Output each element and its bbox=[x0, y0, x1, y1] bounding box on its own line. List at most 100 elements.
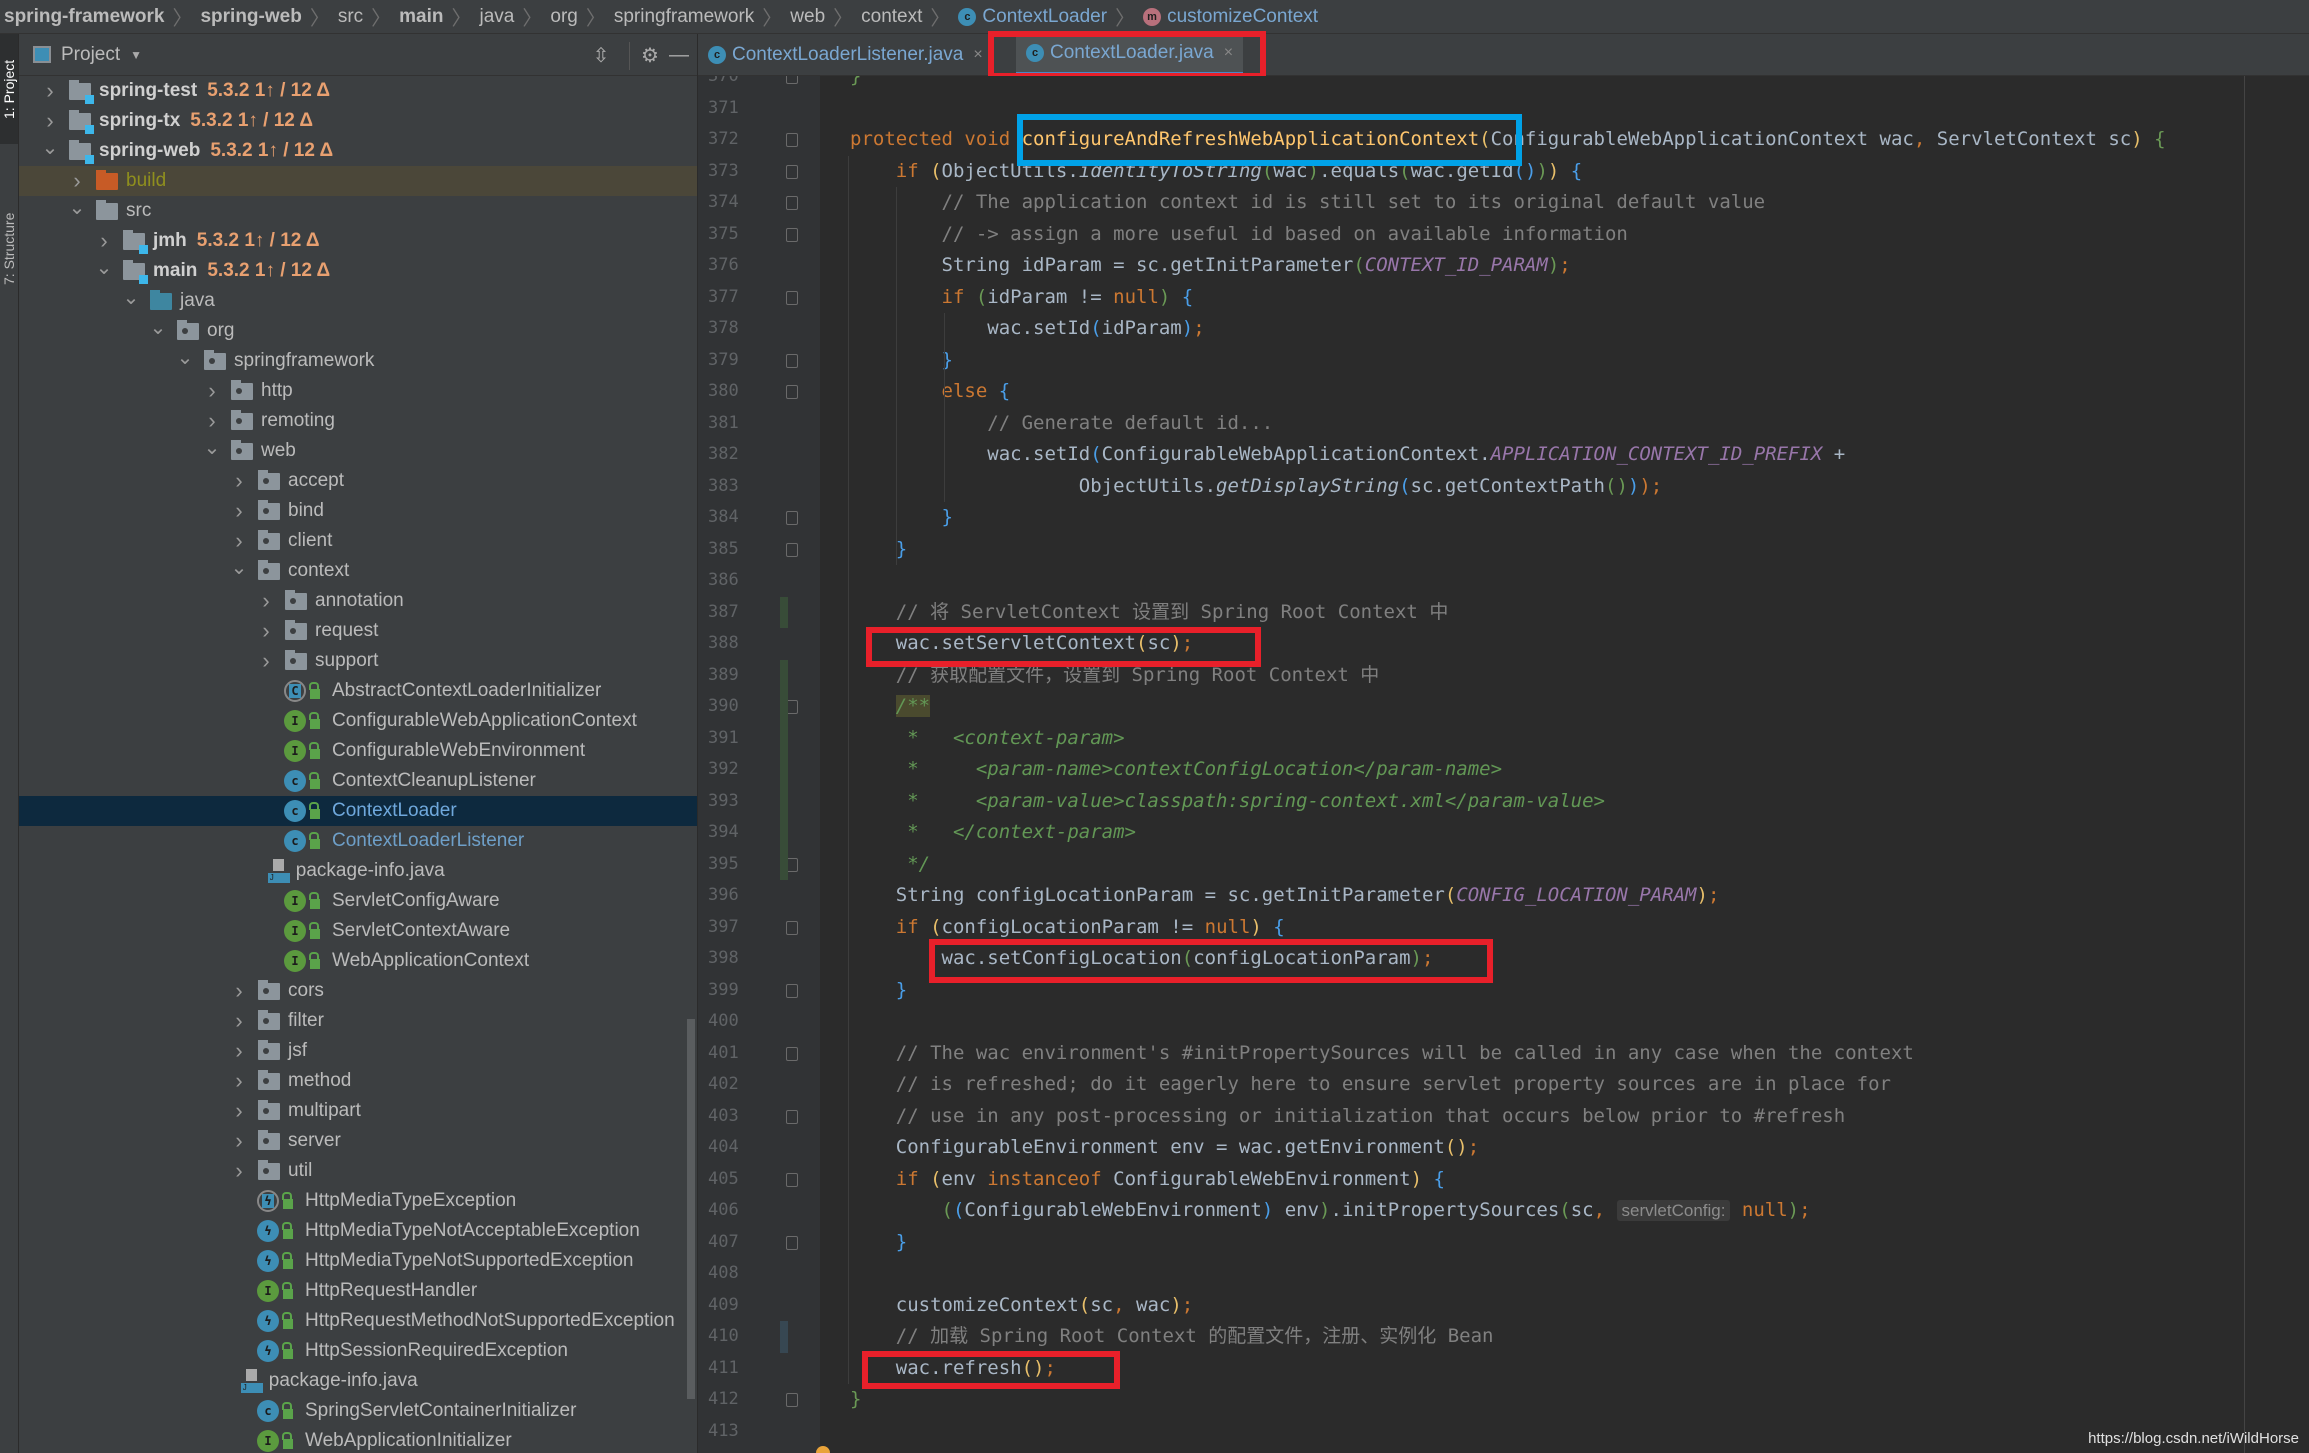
chevron-right-icon[interactable]: › bbox=[257, 588, 275, 614]
tree-item[interactable]: I WebApplicationInitializer bbox=[19, 1426, 697, 1453]
tree-item[interactable]: › remoting bbox=[19, 406, 697, 436]
breadcrumb-item[interactable]: context bbox=[857, 6, 926, 28]
vcs-change-marker[interactable] bbox=[780, 659, 788, 880]
chevron-right-icon[interactable]: › bbox=[257, 648, 275, 674]
tree-item[interactable]: › jsf bbox=[19, 1036, 697, 1066]
chevron-down-icon[interactable]: ⌄ bbox=[203, 435, 221, 460]
tree-item[interactable]: › util bbox=[19, 1156, 697, 1186]
close-tab-icon[interactable]: × bbox=[973, 46, 982, 64]
tree-item[interactable]: › multipart bbox=[19, 1096, 697, 1126]
tree-item[interactable]: › build bbox=[19, 166, 697, 196]
fold-collapse-icon[interactable] bbox=[786, 385, 798, 399]
breadcrumb-item[interactable]: springframework bbox=[610, 6, 758, 28]
fold-end-icon[interactable] bbox=[786, 983, 798, 998]
chevron-down-icon[interactable]: ⌄ bbox=[149, 315, 167, 340]
tree-item[interactable]: › support bbox=[19, 646, 697, 676]
chevron-down-icon[interactable]: ⌄ bbox=[176, 345, 194, 370]
fold-end-icon[interactable] bbox=[786, 1109, 798, 1124]
chevron-down-icon[interactable]: ⌄ bbox=[68, 195, 86, 220]
tree-item[interactable]: › filter bbox=[19, 1006, 697, 1036]
chevron-right-icon[interactable]: › bbox=[230, 498, 248, 524]
tree-item[interactable]: › server bbox=[19, 1126, 697, 1156]
chevron-right-icon[interactable]: › bbox=[230, 978, 248, 1004]
tree-item[interactable]: › method bbox=[19, 1066, 697, 1096]
chevron-right-icon[interactable]: › bbox=[41, 108, 59, 134]
tab-contextloader[interactable]: c ContextLoader.java × bbox=[1016, 34, 1244, 75]
fold-end-icon[interactable] bbox=[786, 511, 798, 525]
fold-end-icon[interactable] bbox=[786, 227, 798, 242]
tree-item[interactable]: c ContextLoader bbox=[19, 796, 697, 826]
project-view-selector[interactable]: Project ▼ bbox=[33, 44, 142, 66]
fold-end-icon[interactable] bbox=[786, 76, 798, 84]
fold-end-icon[interactable] bbox=[786, 1235, 798, 1250]
tree-item[interactable]: ⌄ org bbox=[19, 316, 697, 346]
tree-item[interactable]: › annotation bbox=[19, 586, 697, 616]
vcs-change-marker[interactable] bbox=[780, 1321, 788, 1353]
tree-item[interactable]: I WebApplicationContext bbox=[19, 946, 697, 976]
tree-item[interactable]: ⌄ context bbox=[19, 556, 697, 586]
tree-item[interactable]: ⌄ java bbox=[19, 286, 697, 316]
chevron-right-icon[interactable]: › bbox=[257, 618, 275, 644]
tree-item[interactable]: c ContextLoaderListener bbox=[19, 826, 697, 856]
breadcrumb-item[interactable]: spring-framework bbox=[0, 6, 168, 28]
chevron-right-icon[interactable]: › bbox=[95, 228, 113, 254]
chevron-right-icon[interactable]: › bbox=[203, 408, 221, 434]
fold-collapse-icon[interactable] bbox=[786, 1046, 798, 1061]
fold-end-icon[interactable] bbox=[786, 1393, 798, 1407]
chevron-right-icon[interactable]: › bbox=[230, 1128, 248, 1154]
breadcrumb-item[interactable]: main bbox=[395, 6, 447, 28]
tree-item[interactable]: ⌄ spring-web 5.3.2 1↑ / 12 Δ bbox=[19, 136, 697, 166]
tree-item[interactable]: ⌄ src bbox=[19, 196, 697, 226]
tree-item[interactable]: I ServletContextAware bbox=[19, 916, 697, 946]
fold-collapse-icon[interactable] bbox=[786, 920, 798, 935]
chevron-right-icon[interactable]: › bbox=[203, 378, 221, 404]
tree-item[interactable]: C AbstractContextLoaderInitializer bbox=[19, 676, 697, 706]
intention-bulb-icon[interactable] bbox=[816, 1446, 830, 1453]
fold-collapse-icon[interactable] bbox=[786, 133, 798, 147]
fold-collapse-icon[interactable] bbox=[786, 164, 798, 179]
tree-item[interactable]: ϟ HttpRequestMethodNotSupportedException bbox=[19, 1306, 697, 1336]
tree-item[interactable]: ⌄ springframework bbox=[19, 346, 697, 376]
project-tool-tab[interactable]: 1: Project bbox=[0, 34, 18, 144]
chevron-right-icon[interactable]: › bbox=[68, 168, 86, 194]
tree-item[interactable]: › cors bbox=[19, 976, 697, 1006]
hide-panel-icon[interactable]: — bbox=[667, 43, 691, 67]
tree-item[interactable]: c SpringServletContainerInitializer bbox=[19, 1396, 697, 1426]
tree-item[interactable]: › request bbox=[19, 616, 697, 646]
chevron-right-icon[interactable]: › bbox=[230, 1158, 248, 1184]
breadcrumb-item[interactable]: m customizeContext bbox=[1139, 6, 1322, 28]
tree-item[interactable]: package-info.java bbox=[19, 856, 697, 886]
tree-item[interactable]: I ConfigurableWebApplicationContext bbox=[19, 706, 697, 736]
tree-item[interactable]: ϟ HttpSessionRequiredException bbox=[19, 1336, 697, 1366]
gear-icon[interactable]: ⚙ bbox=[638, 43, 662, 67]
structure-tool-tab[interactable]: 7: Structure bbox=[0, 174, 18, 324]
code-editor[interactable]: 370 371 372 373 374 375 376 377 378 379 380 381 382 3… bbox=[698, 76, 2309, 1453]
tree-item[interactable]: I HttpRequestHandler bbox=[19, 1276, 697, 1306]
tab-contextloaderlistener[interactable]: c ContextLoaderListener.java × bbox=[698, 34, 993, 75]
close-tab-icon[interactable]: × bbox=[1224, 44, 1233, 62]
tree-scrollbar[interactable] bbox=[687, 1019, 695, 1399]
breadcrumb-item[interactable]: web bbox=[786, 6, 829, 28]
breadcrumb-item[interactable]: spring-web bbox=[196, 6, 305, 28]
tree-item[interactable]: ⌄ main 5.3.2 1↑ / 12 Δ bbox=[19, 256, 697, 286]
fold-collapse-icon[interactable] bbox=[786, 1172, 798, 1187]
tree-item[interactable]: I ServletConfigAware bbox=[19, 886, 697, 916]
collapse-all-icon[interactable]: ⇳ bbox=[589, 43, 613, 67]
breadcrumb-item[interactable]: src bbox=[334, 6, 367, 28]
tree-item[interactable]: › bind bbox=[19, 496, 697, 526]
tree-item[interactable]: package-info.java bbox=[19, 1366, 697, 1396]
fold-collapse-icon[interactable] bbox=[786, 196, 798, 210]
fold-end-icon[interactable] bbox=[786, 542, 798, 557]
tree-item[interactable]: c ContextCleanupListener bbox=[19, 766, 697, 796]
tree-item[interactable]: ⌄ web bbox=[19, 436, 697, 466]
chevron-right-icon[interactable]: › bbox=[41, 78, 59, 104]
chevron-right-icon[interactable]: › bbox=[230, 1098, 248, 1124]
vcs-change-marker[interactable] bbox=[780, 596, 788, 628]
chevron-down-icon[interactable]: ⌄ bbox=[122, 285, 140, 310]
tree-item[interactable]: ϟ HttpMediaTypeNotAcceptableException bbox=[19, 1216, 697, 1246]
tree-item[interactable]: › http bbox=[19, 376, 697, 406]
tree-item[interactable]: › accept bbox=[19, 466, 697, 496]
chevron-right-icon[interactable]: › bbox=[230, 528, 248, 554]
tree-item[interactable]: ϟ HttpMediaTypeNotSupportedException bbox=[19, 1246, 697, 1276]
chevron-down-icon[interactable]: ⌄ bbox=[230, 555, 248, 580]
